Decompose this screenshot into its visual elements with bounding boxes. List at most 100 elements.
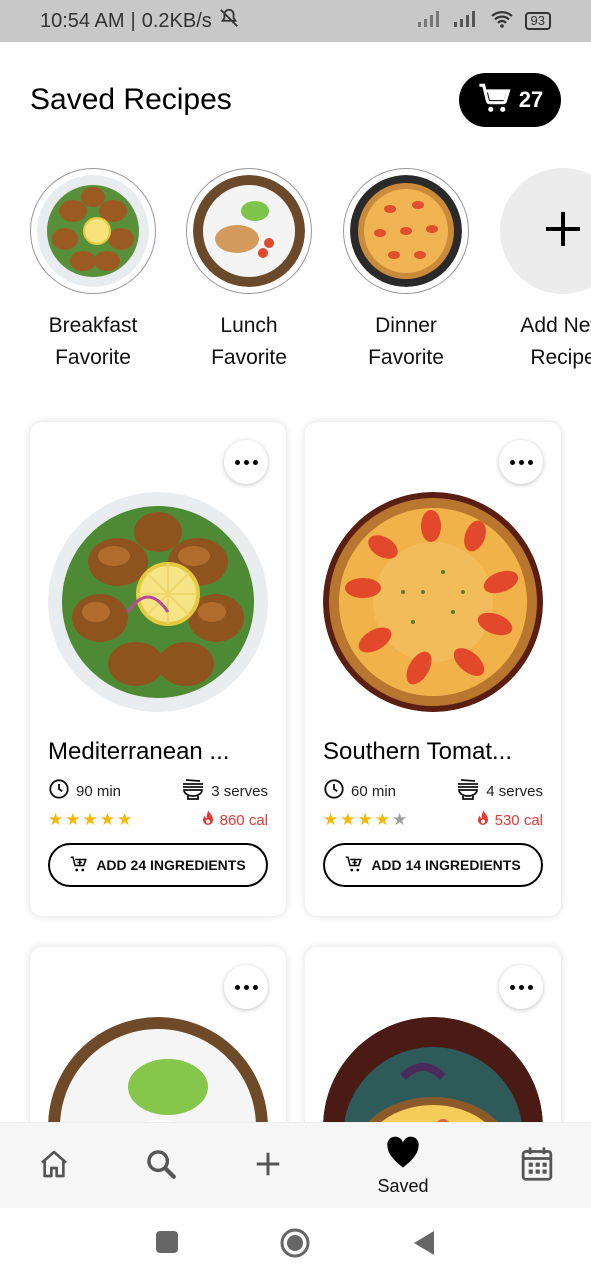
add-ingredients-button[interactable]: ADD 24 INGREDIENTS <box>48 843 268 887</box>
star-empty-icon: ★ <box>392 810 408 829</box>
collection-breakfast[interactable]: Breakfast Favorite <box>30 168 156 374</box>
more-icon <box>509 459 515 465</box>
collection-dinner[interactable]: Dinner Favorite <box>343 168 469 374</box>
rating-row: ★ ★ ★ ★ ★ 530 cal <box>323 809 543 831</box>
status-divider: | <box>130 9 136 32</box>
more-icon-dot <box>518 459 524 465</box>
more-options-button[interactable] <box>499 965 543 1009</box>
nav-add[interactable] <box>218 1123 318 1209</box>
add-to-cart-icon <box>345 855 363 876</box>
cart-count: 27 <box>518 87 544 112</box>
serves: 3 serves <box>181 778 268 804</box>
plus-icon <box>543 209 583 254</box>
collection-add-new[interactable]: Add New Recipe <box>500 168 591 374</box>
chicken-breast-image <box>193 175 305 287</box>
nav-calendar[interactable] <box>487 1123 587 1209</box>
back-triangle-icon <box>414 1231 434 1255</box>
plus-icon <box>253 1149 283 1184</box>
star-filled-icon: ★ <box>374 810 390 829</box>
status-right: 93 <box>417 9 551 34</box>
more-options-button[interactable] <box>499 440 543 484</box>
star-filled-icon: ★ <box>357 810 373 829</box>
home-icon <box>37 1148 71 1185</box>
recipe-card[interactable]: Southern Tomat... 60 min 4 serves ★ ★ ★ ★ ★ … <box>305 422 561 916</box>
collections-row: Breakfast Favorite Lunch Favorite Dinner… <box>30 168 591 378</box>
clock-icon <box>323 778 345 804</box>
cook-time: 60 min <box>323 778 396 804</box>
collection-label: Breakfast Favorite <box>30 310 156 374</box>
recipe-card[interactable]: Mediterranean ... 90 min 3 serves ★ ★ ★ ★ ★ … <box>30 422 286 916</box>
collection-lunch[interactable]: Lunch Favorite <box>186 168 312 374</box>
star-filled-icon: ★ <box>340 810 356 829</box>
more-options-button[interactable] <box>224 965 268 1009</box>
cook-time-value: 90 min <box>76 782 122 800</box>
collection-thumbnail <box>30 168 156 294</box>
cart-icon <box>477 81 513 120</box>
collection-label-line2: Favorite <box>55 346 131 369</box>
status-left: 10:54 AM | 0.2KB/s <box>40 7 240 35</box>
home-button[interactable] <box>279 1227 311 1264</box>
collection-label-line2: Favorite <box>368 346 444 369</box>
status-bar: 10:54 AM | 0.2KB/s 93 <box>0 0 591 42</box>
signal-icon-2 <box>453 10 479 33</box>
page-title: Saved Recipes <box>30 83 232 116</box>
wifi-icon <box>489 9 515 34</box>
calendar-icon <box>520 1146 554 1187</box>
add-collection-button[interactable] <box>500 168 591 294</box>
star-rating: ★ ★ ★ ★ ★ <box>323 811 407 829</box>
cook-time-value: 60 min <box>351 782 397 800</box>
collection-label-line2: Favorite <box>211 346 287 369</box>
heart-icon <box>384 1135 422 1174</box>
circle-icon <box>280 1228 310 1258</box>
system-navigation-bar <box>0 1208 591 1280</box>
add-ingredients-button[interactable]: ADD 14 INGREDIENTS <box>323 843 543 887</box>
star-filled-icon: ★ <box>117 810 133 829</box>
cart-button[interactable]: 27 <box>459 73 561 127</box>
nav-saved-label: Saved <box>377 1176 429 1196</box>
star-filled-icon: ★ <box>323 810 339 829</box>
rating-row: ★ ★ ★ ★ ★ 860 cal <box>48 809 268 831</box>
recipe-title[interactable]: Southern Tomat... <box>323 738 543 766</box>
more-options-button[interactable] <box>224 440 268 484</box>
mute-icon <box>218 7 240 35</box>
search-icon <box>144 1147 178 1186</box>
battery-icon: 93 <box>524 12 551 30</box>
collection-label-line1: Breakfast <box>48 314 138 337</box>
collection-label-line2: Recipe <box>530 346 591 369</box>
serves: 4 serves <box>456 778 543 804</box>
more-icon-dot <box>243 459 249 465</box>
bowl-icon <box>181 778 205 804</box>
add-ingredients-label: ADD 24 INGREDIENTS <box>96 857 246 873</box>
nav-home[interactable] <box>4 1123 104 1209</box>
add-ingredients-label: ADD 14 INGREDIENTS <box>371 857 521 873</box>
star-filled-icon: ★ <box>65 810 81 829</box>
more-icon <box>509 984 515 990</box>
recent-apps-button[interactable] <box>155 1230 179 1259</box>
collection-label: Dinner Favorite <box>343 310 469 374</box>
calories: 860 cal <box>200 809 268 831</box>
more-icon-dot <box>252 984 258 990</box>
add-to-cart-icon <box>70 855 88 876</box>
status-speed: 0.2KB/s <box>141 9 212 32</box>
cook-time: 90 min <box>48 778 121 804</box>
calories: 530 cal <box>475 809 543 831</box>
recipe-image <box>48 492 268 712</box>
recipe-meta: 90 min 3 serves <box>48 778 268 804</box>
back-button[interactable] <box>412 1230 436 1261</box>
calories-value: 530 cal <box>494 811 543 829</box>
recipe-image <box>323 492 543 712</box>
quiche-image <box>350 175 462 287</box>
collection-thumbnail <box>186 168 312 294</box>
collection-label: Add New Recipe <box>500 310 591 374</box>
recipe-title[interactable]: Mediterranean ... <box>48 738 268 766</box>
collection-thumbnail <box>343 168 469 294</box>
bowl-icon <box>456 778 480 804</box>
collection-label-line1: Add New <box>520 314 591 337</box>
header: Saved Recipes 27 <box>30 72 561 128</box>
signal-icon <box>417 10 443 33</box>
nav-search[interactable] <box>111 1123 211 1209</box>
bottom-navigation: Saved <box>0 1122 591 1208</box>
nav-saved[interactable]: Saved <box>353 1123 453 1209</box>
more-icon-dot <box>518 984 524 990</box>
clock-icon <box>48 778 70 804</box>
